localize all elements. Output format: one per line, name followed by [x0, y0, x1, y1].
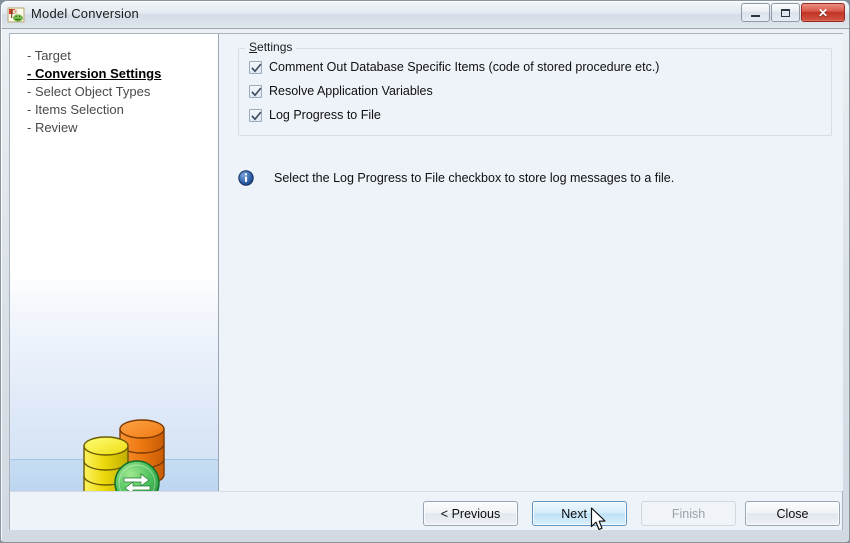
- checkmark-icon: [251, 86, 262, 96]
- checkbox-row-resolve-application-variables[interactable]: Resolve Application Variables: [249, 83, 433, 99]
- checkbox-label-comment-out-db-specific-items: Comment Out Database Specific Items (cod…: [269, 60, 660, 74]
- checkmark-icon: [251, 110, 262, 120]
- sidebar-item-select-object-types[interactable]: - Select Object Types: [27, 83, 212, 101]
- dialog-client-area: - Target - Conversion Settings - Select …: [9, 33, 843, 530]
- maximize-button[interactable]: [771, 3, 800, 22]
- checkbox-label-resolve-application-variables: Resolve Application Variables: [269, 84, 433, 98]
- close-icon: ✕: [817, 5, 829, 20]
- checkbox-label-log-progress-to-file: Log Progress to File: [269, 108, 381, 122]
- checkbox-comment-out-db-specific-items[interactable]: [249, 60, 262, 74]
- settings-title-rest: ettings: [257, 40, 293, 54]
- wizard-step-list: - Target - Conversion Settings - Select …: [27, 47, 212, 137]
- svg-text:+: +: [14, 9, 17, 14]
- title-bar-divider: [1, 28, 849, 29]
- model-conversion-window: + Model Conversion ✕ - Target - Conversi…: [0, 0, 850, 543]
- checkbox-log-progress-to-file[interactable]: [249, 108, 262, 122]
- info-icon: [238, 170, 254, 186]
- checkbox-row-log-progress-to-file[interactable]: Log Progress to File: [249, 107, 381, 123]
- close-window-button[interactable]: ✕: [801, 3, 845, 22]
- next-button[interactable]: Next >: [532, 501, 627, 526]
- sidebar-item-review[interactable]: - Review: [27, 119, 212, 137]
- close-button[interactable]: Close: [745, 501, 840, 526]
- title-bar[interactable]: + Model Conversion ✕: [1, 1, 849, 29]
- settings-groupbox: Settings Comment Out Database Specific I…: [238, 40, 832, 136]
- checkbox-row-comment-out-db-specific-items[interactable]: Comment Out Database Specific Items (cod…: [249, 59, 659, 75]
- checkbox-resolve-application-variables[interactable]: [249, 84, 262, 98]
- minimize-button[interactable]: [741, 3, 770, 22]
- minimize-icon: [742, 4, 769, 21]
- settings-accelerator: S: [249, 40, 258, 54]
- hint-row: Select the Log Progress to File checkbox…: [238, 170, 674, 186]
- settings-groupbox-title: Settings: [245, 40, 297, 54]
- sidebar-item-target[interactable]: - Target: [27, 47, 212, 65]
- window-title: Model Conversion: [31, 6, 139, 21]
- dialog-button-bar: < Previous Next > Finish Close: [10, 491, 842, 530]
- finish-button: Finish: [641, 501, 736, 526]
- settings-panel: Settings Comment Out Database Specific I…: [220, 34, 843, 491]
- checkmark-icon: [251, 62, 262, 72]
- database-conversion-illustration: [66, 406, 186, 491]
- hint-text: Select the Log Progress to File checkbox…: [274, 171, 675, 185]
- maximize-icon: [772, 4, 799, 21]
- wizard-step-sidebar: - Target - Conversion Settings - Select …: [10, 34, 219, 491]
- previous-button[interactable]: < Previous: [423, 501, 518, 526]
- sidebar-item-conversion-settings[interactable]: - Conversion Settings: [27, 65, 212, 83]
- sidebar-item-items-selection[interactable]: - Items Selection: [27, 101, 212, 119]
- model-conversion-icon: +: [7, 6, 25, 24]
